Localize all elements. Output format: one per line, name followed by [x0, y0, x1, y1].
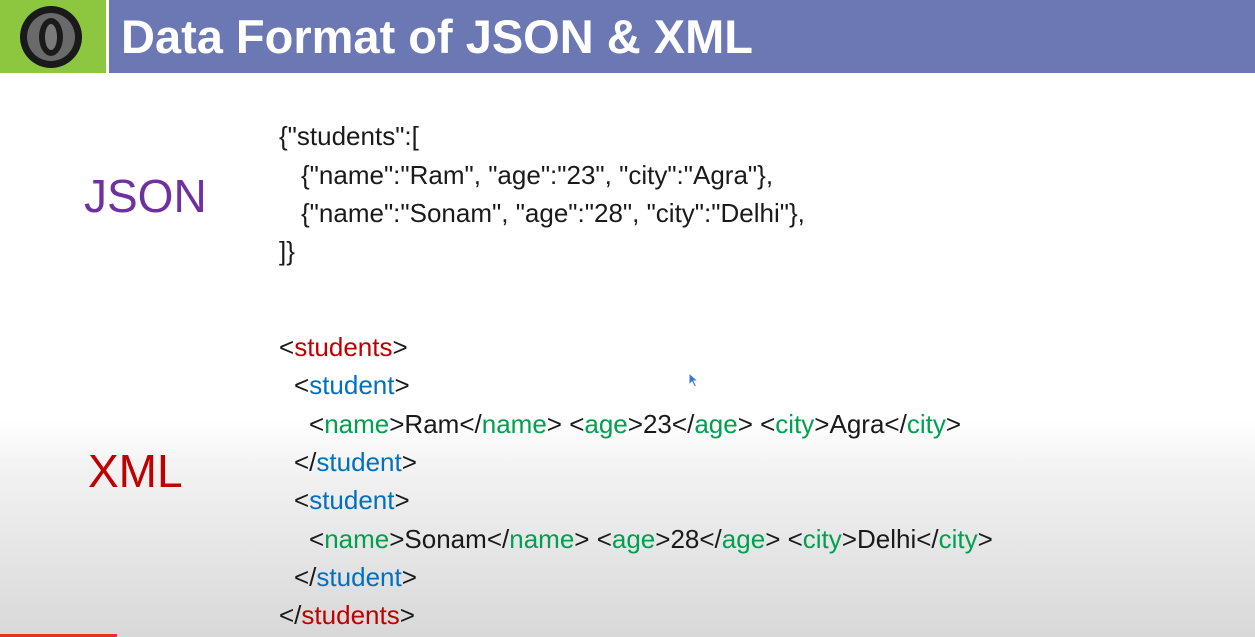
xml-value: 23 [642, 409, 672, 439]
xml-item-tag: student [316, 447, 402, 477]
json-label: JSON [84, 170, 207, 222]
xml-field-tag: city [775, 409, 815, 439]
xml-value: Sonam [404, 524, 487, 554]
xml-root-tag: students [294, 332, 393, 362]
json-line-close: ]} [279, 236, 295, 266]
xml-field-tag: age [694, 409, 738, 439]
json-logo-icon [20, 6, 82, 68]
xml-item-tag: student [309, 485, 395, 515]
xml-item-tag: student [309, 370, 395, 400]
xml-field-tag: name [509, 524, 575, 554]
xml-field-tag: city [938, 524, 978, 554]
json-line-record-1: {"name":"Ram", "age":"23", "city":"Agra"… [301, 160, 774, 190]
xml-line-fields: <name>Ram</name> <age>23</age> <city>Agr… [309, 409, 962, 439]
xml-field-tag: age [611, 524, 656, 554]
title-bar: Data Format of JSON & XML [109, 0, 1255, 73]
xml-line-root-open: <students> [279, 332, 408, 362]
xml-value: Agra [829, 409, 885, 439]
xml-root-tag: students [301, 600, 400, 630]
xml-value: 28 [670, 524, 700, 554]
xml-line-student-open: <student> [294, 370, 410, 400]
xml-line-student-close: </student> [294, 562, 417, 592]
xml-line-student-open: <student> [294, 485, 410, 515]
xml-field-tag: age [721, 524, 766, 554]
logo-box [0, 0, 106, 73]
xml-field-tag: name [481, 409, 547, 439]
xml-line-root-close: </students> [279, 600, 415, 630]
xml-value: Delhi [856, 524, 917, 554]
slide-title: Data Format of JSON & XML [121, 10, 753, 63]
xml-field-tag: age [584, 409, 628, 439]
xml-field-tag: name [324, 524, 390, 554]
xml-label: XML [88, 445, 183, 497]
xml-item-tag: student [316, 562, 402, 592]
xml-field-tag: city [802, 524, 842, 554]
xml-line-fields: <name>Sonam</name> <age>28</age> <city>D… [309, 524, 993, 554]
xml-value: Ram [404, 409, 460, 439]
xml-field-tag: city [906, 409, 946, 439]
xml-line-student-close: </student> [294, 447, 417, 477]
json-line-open: {"students":[ [279, 121, 419, 151]
json-line-record-2: {"name":"Sonam", "age":"28", "city":"Del… [301, 198, 805, 228]
xml-field-tag: name [324, 409, 390, 439]
slide-header: Data Format of JSON & XML [0, 0, 1255, 73]
mouse-pointer-icon [688, 372, 700, 388]
